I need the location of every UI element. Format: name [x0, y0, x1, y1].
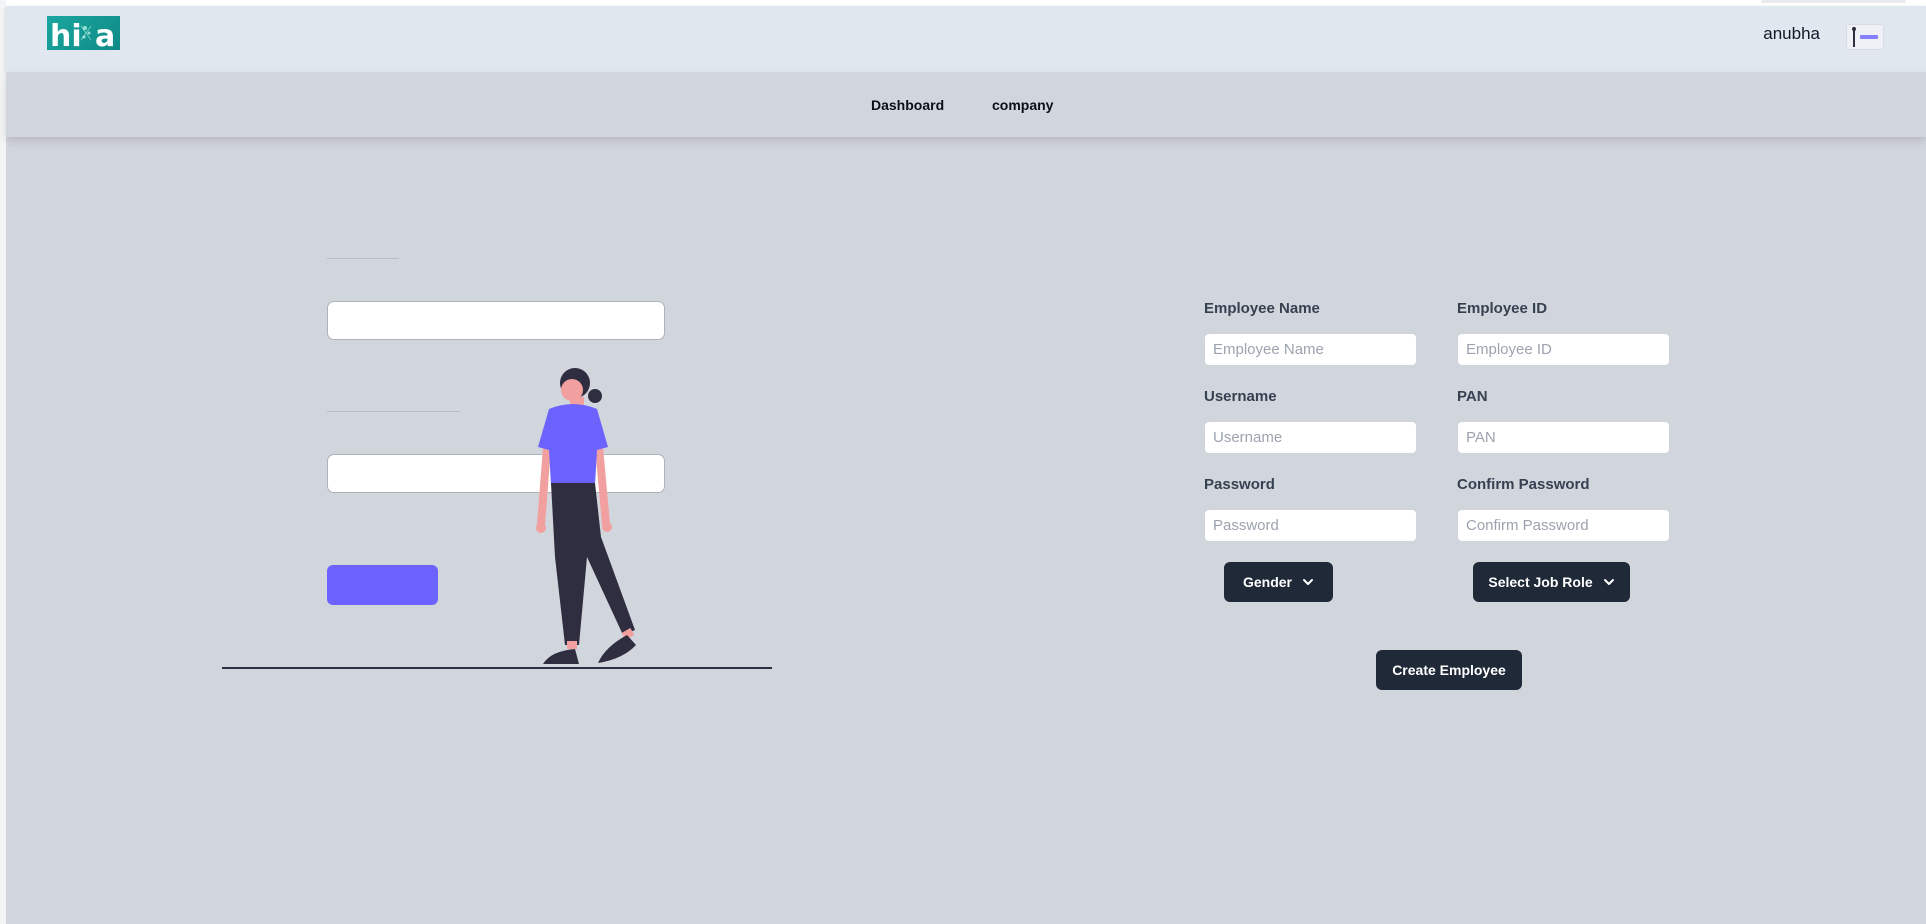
hia-logo[interactable]: hi a [47, 16, 120, 50]
illustration-label-line-2 [327, 411, 460, 412]
confirm-password-label: Confirm Password [1457, 476, 1590, 493]
illustration-ground-line [222, 667, 772, 669]
employee-name-label: Employee Name [1204, 300, 1320, 317]
avatar-image [1852, 27, 1878, 47]
create-employee-label: Create Employee [1392, 662, 1506, 678]
gender-dropdown-button[interactable]: Gender [1224, 562, 1333, 602]
employee-name-input[interactable] [1204, 333, 1417, 366]
hia-logo-graphic: hi a [50, 19, 115, 50]
password-label: Password [1204, 476, 1275, 493]
chevron-down-icon [1603, 579, 1614, 585]
create-employee-button[interactable]: Create Employee [1376, 650, 1522, 690]
svg-text:a: a [95, 19, 115, 50]
illustration-input-1 [327, 301, 665, 340]
svg-text:hi: hi [50, 19, 82, 50]
nav-company-link[interactable]: company [992, 97, 1053, 113]
gender-button-label: Gender [1242, 574, 1292, 590]
employee-id-label: Employee ID [1457, 300, 1548, 317]
person-illustration [536, 368, 636, 664]
main-navbar: Dashboard company [6, 72, 1926, 137]
username-label: Username [1204, 388, 1277, 405]
job-role-button-label: Select Job Role [1488, 574, 1593, 590]
current-username[interactable]: anubha [1763, 24, 1820, 44]
left-edge [0, 0, 6, 924]
pan-input[interactable] [1457, 421, 1670, 454]
app-header: hi a anubha [6, 6, 1926, 72]
employee-id-input[interactable] [1457, 333, 1670, 366]
pan-label: PAN [1457, 388, 1488, 405]
illustration-button [327, 565, 438, 605]
password-input[interactable] [1204, 509, 1417, 542]
illustration-label-line-1 [327, 258, 399, 259]
job-role-dropdown-button[interactable]: Select Job Role [1473, 562, 1630, 602]
avatar[interactable] [1846, 24, 1884, 50]
nav-dashboard-link[interactable]: Dashboard [871, 97, 944, 113]
username-input[interactable] [1204, 421, 1417, 454]
chevron-down-icon [1303, 579, 1313, 585]
top-strip-mark [1761, 0, 1906, 3]
confirm-password-input[interactable] [1457, 509, 1670, 542]
